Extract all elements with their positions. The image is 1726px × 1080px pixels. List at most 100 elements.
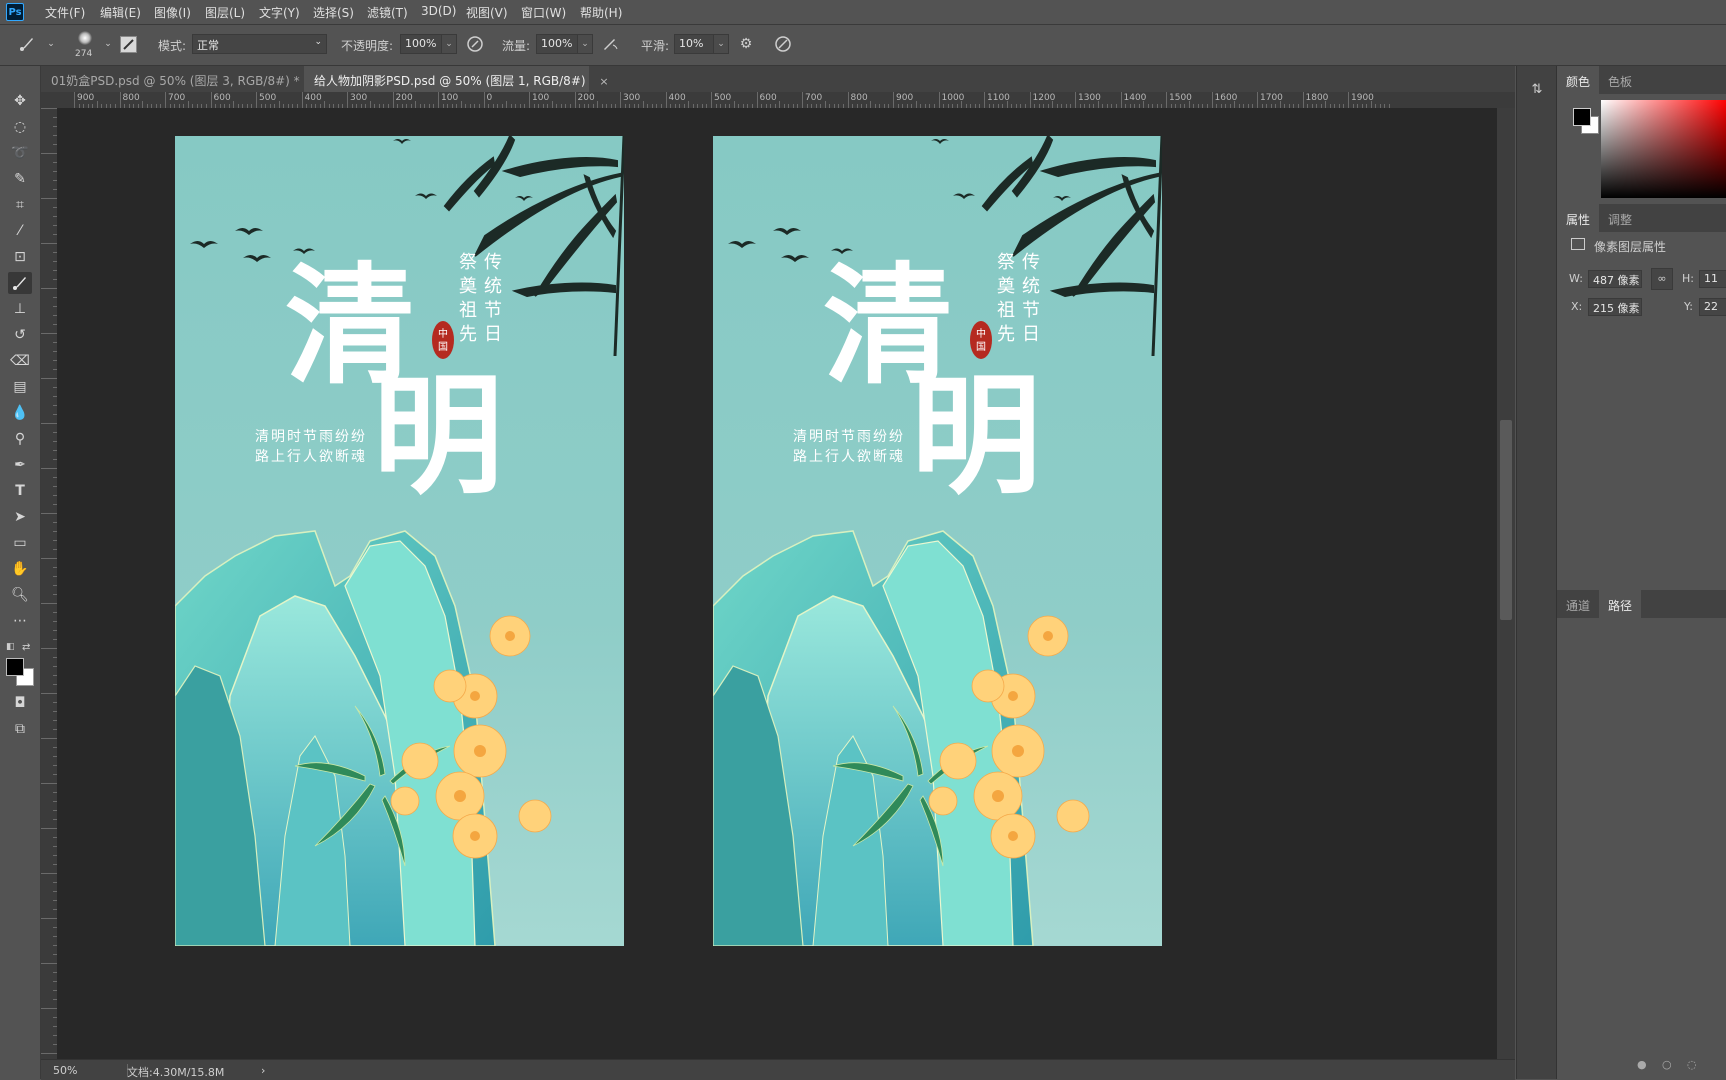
path-selection-tool-icon[interactable]: ➤ xyxy=(8,506,32,528)
eyedropper-tool-icon[interactable]: ⁄ xyxy=(8,220,32,242)
tab-properties[interactable]: 属性 xyxy=(1557,204,1600,232)
brush-picker[interactable]: 274 xyxy=(72,29,100,61)
blur-tool-icon[interactable]: 💧 xyxy=(8,402,32,424)
opacity-dropdown-icon[interactable]: ⌄ xyxy=(441,34,457,54)
x-input[interactable]: 215 像素 xyxy=(1588,298,1642,316)
opacity-input[interactable]: 100% xyxy=(400,34,442,54)
crop-tool-icon[interactable]: ⌗ xyxy=(8,194,32,216)
ruler-tick xyxy=(165,92,166,108)
brush-tool-icon[interactable] xyxy=(8,272,32,294)
y-input[interactable]: 22 xyxy=(1699,298,1726,316)
menu-window[interactable]: 窗口(W) xyxy=(521,4,566,21)
load-selection-icon[interactable]: ◌ xyxy=(1687,1058,1697,1071)
menu-type[interactable]: 文字(Y) xyxy=(259,4,300,21)
flow-label: 流量: xyxy=(502,39,531,53)
menu-bar: Ps 文件(F) 编辑(E) 图像(I) 图层(L) 文字(Y) 选择(S) 滤… xyxy=(0,0,1726,25)
photoshop-logo-icon[interactable]: Ps xyxy=(6,3,24,21)
lasso-tool-icon[interactable]: ➰ xyxy=(8,142,32,164)
gear-icon[interactable]: ⚙ xyxy=(737,35,755,53)
more-tools-icon[interactable]: ⋯ xyxy=(8,610,32,632)
hand-tool-icon[interactable]: ✋ xyxy=(8,558,32,580)
document-size-info: 文档:4.30M/15.8M xyxy=(127,1066,225,1079)
status-menu-arrow[interactable]: › xyxy=(261,1064,265,1077)
smoothing-dropdown-icon[interactable]: ⌄ xyxy=(713,34,729,54)
tab-swatches[interactable]: 色板 xyxy=(1599,66,1641,94)
ruler-minor-tick xyxy=(41,423,57,424)
chevron-down-icon[interactable]: ⌄ xyxy=(99,35,117,53)
ruler-label: 400 xyxy=(668,93,686,103)
pen-tool-icon[interactable]: ✒ xyxy=(8,454,32,476)
gradient-tool-icon[interactable]: ▤ xyxy=(8,376,32,398)
type-tool-icon[interactable]: T xyxy=(8,480,32,502)
vertical-text-char: 祭 xyxy=(459,252,477,273)
menu-image[interactable]: 图像(I) xyxy=(154,4,191,21)
color-panel-tabs: 颜色 色板 xyxy=(1557,66,1726,94)
ruler-tick xyxy=(483,92,485,108)
marquee-tool-icon[interactable]: ◌ xyxy=(8,116,32,138)
ruler-minor-tick xyxy=(41,108,57,109)
default-colors-icon[interactable]: ◧ xyxy=(6,642,16,652)
options-bar: ⌄ 274 ⌄ 模式: 正常 ⌄ 不透明度: 100% ⌄ 流量: 100% ⌄… xyxy=(0,25,1726,66)
ruler-label: 100 xyxy=(441,93,459,103)
history-panel-icon[interactable]: ⇅ xyxy=(1527,82,1547,102)
zoom-tool-icon[interactable]: 🔍︎ xyxy=(8,584,32,606)
width-input[interactable]: 487 像素 xyxy=(1588,270,1642,288)
menu-filter[interactable]: 滤镜(T) xyxy=(367,4,408,21)
ruler-minor-tick xyxy=(688,101,690,108)
link-icon[interactable]: ∞ xyxy=(1651,268,1673,290)
tab-channels[interactable]: 通道 xyxy=(1557,590,1599,618)
frame-tool-icon[interactable]: ⊡ xyxy=(8,246,32,268)
menu-file[interactable]: 文件(F) xyxy=(45,4,85,21)
tab-color[interactable]: 颜色 xyxy=(1557,66,1600,94)
color-panel-foreground-swatch[interactable] xyxy=(1573,108,1591,126)
flow-input[interactable]: 100% xyxy=(536,34,578,54)
tab-adjustments[interactable]: 调整 xyxy=(1599,204,1641,232)
smoothing-input[interactable]: 10% xyxy=(674,34,714,54)
blend-mode-select[interactable]: 正常 ⌄ xyxy=(192,34,327,54)
menu-3d[interactable]: 3D(D) xyxy=(421,4,456,18)
tab-document-1[interactable]: 01奶盒PSD.psd @ 50% (图层 3, RGB/8#) * × xyxy=(41,66,323,92)
history-brush-tool-icon[interactable]: ↺ xyxy=(8,324,32,346)
foreground-color-swatch[interactable] xyxy=(6,658,24,676)
rectangle-tool-icon[interactable]: ▭ xyxy=(8,532,32,554)
stroke-path-icon[interactable]: ○ xyxy=(1662,1058,1672,1071)
brush-settings-panel-icon[interactable] xyxy=(120,36,137,53)
flow-dropdown-icon[interactable]: ⌄ xyxy=(577,34,593,54)
height-input[interactable]: 11 xyxy=(1699,270,1726,288)
brush-size-label: 274 xyxy=(75,49,93,59)
canvas-area[interactable]: 清 明 传统节日 祭奠祖先 中国 清明时节雨纷纷 路上行人欲断魂 清 明 传 统… xyxy=(57,108,1497,1059)
menu-view[interactable]: 视图(V) xyxy=(466,4,508,21)
eraser-tool-icon[interactable]: ⌫ xyxy=(8,350,32,372)
close-icon[interactable]: × xyxy=(599,75,608,88)
menu-help[interactable]: 帮助(H) xyxy=(580,4,622,21)
airbrush-icon[interactable] xyxy=(601,35,619,53)
menu-select[interactable]: 选择(S) xyxy=(313,4,354,21)
screen-mode-icon[interactable]: ⧉ xyxy=(8,718,32,740)
ruler-minor-tick xyxy=(187,101,189,108)
zoom-level[interactable]: 50% xyxy=(53,1064,77,1077)
pressure-opacity-icon[interactable] xyxy=(466,35,484,53)
brush-tool-preset-icon[interactable] xyxy=(18,35,36,53)
pressure-size-icon[interactable] xyxy=(774,35,792,53)
quick-selection-tool-icon[interactable]: ✎ xyxy=(8,168,32,190)
ruler-minor-tick xyxy=(870,101,872,108)
scrollbar-thumb[interactable] xyxy=(1500,420,1512,620)
horizontal-ruler[interactable]: 900 800 700 600 500 400 300 200 100 0 100 200 300 400… xyxy=(41,92,1515,109)
vertical-ruler[interactable] xyxy=(41,108,58,1059)
swap-colors-icon[interactable]: ⇄ xyxy=(22,642,32,653)
dodge-tool-icon[interactable]: ⚲ xyxy=(8,428,32,450)
menu-layer[interactable]: 图层(L) xyxy=(205,4,245,21)
tab-paths[interactable]: 路径 xyxy=(1599,590,1642,618)
mountains xyxy=(713,530,1034,946)
vertical-text-char: 日 xyxy=(1022,324,1040,345)
ruler-tick xyxy=(1029,92,1031,108)
ruler-label: 1000 xyxy=(941,93,965,103)
chevron-down-icon[interactable]: ⌄ xyxy=(42,35,60,53)
color-picker-field[interactable] xyxy=(1601,100,1726,198)
tab-document-2[interactable]: 给人物加阴影PSD.psd @ 50% (图层 1, RGB/8#) × xyxy=(304,66,609,92)
move-tool-icon[interactable]: ✥ xyxy=(8,90,32,112)
fill-path-icon[interactable]: ● xyxy=(1637,1058,1647,1071)
stamp-tool-icon[interactable]: ⊥ xyxy=(8,298,32,320)
quick-mask-icon[interactable]: ◘ xyxy=(8,692,32,714)
menu-edit[interactable]: 编辑(E) xyxy=(100,4,141,21)
